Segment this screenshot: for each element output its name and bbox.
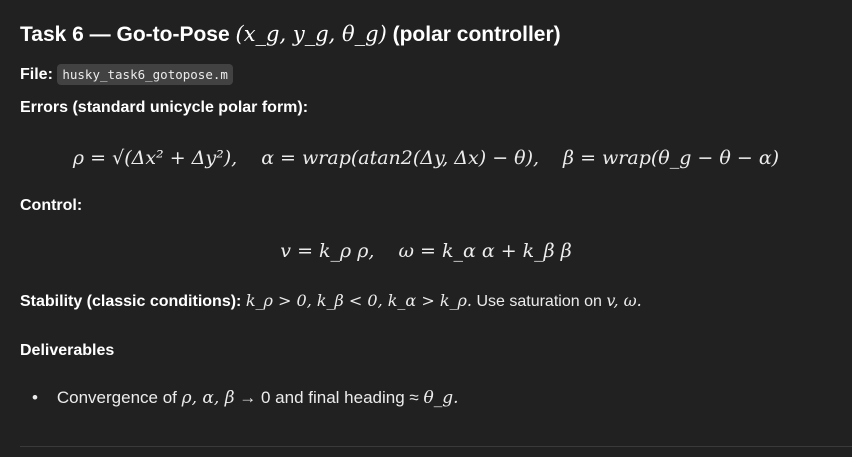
errors-heading: Errors (standard unicycle polar form): <box>20 99 308 117</box>
file-line: File: husky_task6_gotopose.m <box>20 64 233 85</box>
list-item: • Convergence of ρ, α, β → 0 and final h… <box>32 388 459 408</box>
stability-label: Stability (classic conditions): <box>20 293 242 310</box>
errors-equation: ρ = √(Δx² + Δy²), α = wrap(atan2(Δy, Δx) … <box>0 147 852 169</box>
stability-conditions: k_ρ > 0, k_β < 0, k_α > k_ρ. <box>245 291 472 310</box>
stability-vars: v, ω. <box>606 291 642 310</box>
title-text: Task 6 — Go-to-Pose <box>20 23 230 46</box>
divider <box>20 446 852 447</box>
control-heading: Control: <box>20 197 82 215</box>
control-heading-text: Control: <box>20 197 83 214</box>
errors-heading-text: Errors (standard unicycle polar form): <box>20 99 309 116</box>
item-math: ρ, α, β <box>181 388 235 408</box>
control-equation: v = k_ρ ρ, ω = k_α α + k_β β <box>0 240 852 262</box>
item-goal: θ_g. <box>423 388 459 408</box>
omega-eq: ω = k_α α + k_β β <box>398 240 572 262</box>
v-eq: v = k_ρ ρ, <box>280 240 375 262</box>
title-math: (x_g, y_g, θ_g) <box>235 22 387 46</box>
stability-note: Use saturation on <box>476 293 602 310</box>
item-text: Convergence of <box>56 388 177 407</box>
deliverables-heading: Deliverables <box>20 342 114 360</box>
filename-code: husky_task6_gotopose.m <box>57 64 233 85</box>
alpha-eq: α = wrap(atan2(Δy, Δx) − θ), <box>261 147 540 169</box>
rho-eq: ρ = √(Δx² + Δy²), <box>72 147 238 169</box>
beta-eq: β = wrap(θ_g − θ − α) <box>563 147 780 169</box>
deliverables-heading-text: Deliverables <box>20 342 115 359</box>
file-label: File: <box>20 66 53 83</box>
stability-line: Stability (classic conditions): k_ρ > 0,… <box>20 291 642 311</box>
title-suffix: (polar controller) <box>392 23 561 46</box>
item-rest: → 0 and final heading ≈ <box>239 388 419 407</box>
page-title: Task 6 — Go-to-Pose (x_g, y_g, θ_g) (pol… <box>20 22 561 47</box>
